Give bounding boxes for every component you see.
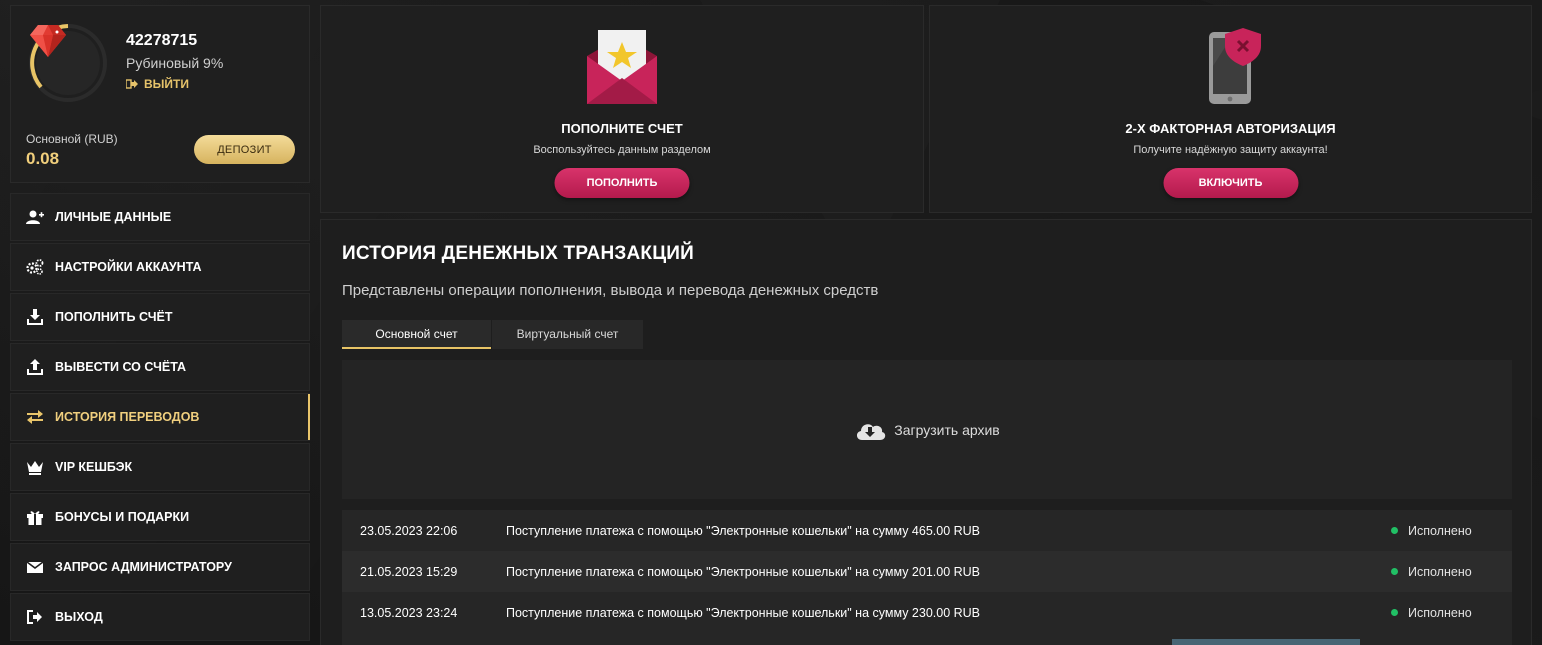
sidebar-item-label: ВЫХОД: [55, 610, 103, 624]
truncated-row-content: [1172, 639, 1360, 645]
table-row: 23.05.2023 22:06 Поступление платежа с п…: [342, 510, 1512, 551]
sidebar-item-label: VIP КЕШБЭК: [55, 460, 133, 474]
status-badge: Исполнено: [1391, 524, 1512, 538]
gears-icon: [26, 259, 44, 275]
exchange-arrows-icon: [26, 409, 44, 425]
transaction-description: Поступление платежа с помощью "Электронн…: [506, 523, 981, 538]
transaction-date: 23.05.2023 22:06: [360, 523, 458, 538]
user-id: 42278715: [126, 32, 198, 49]
deposit-promo-card: ПОПОЛНИТЕ СЧЕТ Воспользуйтесь данным раз…: [320, 5, 924, 213]
status-dot: [1391, 609, 1398, 616]
status-dot: [1391, 568, 1398, 575]
sidebar-item-deposit[interactable]: ПОПОЛНИТЬ СЧЁТ: [10, 293, 310, 341]
transaction-history-panel: ИСТОРИЯ ДЕНЕЖНЫХ ТРАНЗАКЦИЙ Представлены…: [320, 219, 1532, 645]
page-description: Представлены операции пополнения, вывода…: [342, 282, 879, 299]
status-label: Исполнено: [1408, 523, 1472, 538]
archive-label: Загрузить архив: [894, 421, 1000, 438]
avatar: [29, 24, 107, 102]
transaction-date: 13.05.2023 23:24: [360, 605, 458, 620]
balance-label: Основной (RUB): [26, 132, 118, 146]
sidebar-item-label: БОНУСЫ И ПОДАРКИ: [55, 510, 190, 524]
status-badge: Исполнено: [1391, 565, 1512, 579]
sidebar-item-label: НАСТРОЙКИ АККАУНТА: [55, 260, 202, 274]
download-archive-button[interactable]: Загрузить архив: [342, 360, 1512, 499]
table-row: 21.05.2023 15:29 Поступление платежа с п…: [342, 551, 1512, 592]
loyalty-level: Рубиновый 9%: [126, 55, 224, 71]
top-up-button[interactable]: ПОПОЛНИТЬ: [554, 168, 690, 198]
sign-out-icon: [26, 609, 44, 625]
download-tray-icon: [26, 309, 44, 325]
sidebar-menu: ЛИЧНЫЕ ДАННЫЕ НАСТРОЙКИ АККАУНТА ПОПОЛНИ…: [10, 193, 310, 643]
sidebar-item-bonuses[interactable]: БОНУСЫ И ПОДАРКИ: [10, 493, 310, 541]
sidebar-item-withdraw[interactable]: ВЫВЕСТИ СО СЧЁТА: [10, 343, 310, 391]
page-title: ИСТОРИЯ ДЕНЕЖНЫХ ТРАНЗАКЦИЙ: [342, 243, 694, 264]
twofa-promo-card: 2-Х ФАКТОРНАЯ АВТОРИЗАЦИЯ Получите надёж…: [929, 5, 1532, 213]
profile-card: 42278715 Рубиновый 9% ВЫЙТИ Основной (RU…: [10, 5, 310, 183]
sidebar-item-label: ПОПОЛНИТЬ СЧЁТ: [55, 310, 173, 324]
card-subtitle: Получите надёжную защиту аккаунта!: [1133, 144, 1328, 156]
logout-label: ВЫЙТИ: [144, 77, 189, 91]
sidebar-item-exit[interactable]: ВЫХОД: [10, 593, 310, 641]
status-dot: [1391, 527, 1398, 534]
tab-virtual-account[interactable]: Виртуальный счет: [492, 320, 643, 349]
sidebar-item-vip-cashback[interactable]: VIP КЕШБЭК: [10, 443, 310, 491]
account-tabs: Основной счет Виртуальный счет: [342, 320, 643, 349]
status-label: Исполнено: [1408, 605, 1472, 620]
tab-main-account[interactable]: Основной счет: [342, 320, 491, 349]
upload-tray-icon: [26, 359, 44, 375]
transaction-date: 21.05.2023 15:29: [360, 564, 458, 579]
phone-shield-icon: [1208, 28, 1261, 104]
table-row: 13.05.2023 23:24 Поступление платежа с п…: [342, 592, 1512, 633]
enable-2fa-button[interactable]: ВКЛЮЧИТЬ: [1163, 168, 1298, 198]
sign-out-icon: [126, 79, 138, 89]
deposit-button[interactable]: ДЕПОЗИТ: [194, 135, 295, 164]
transactions-table: 23.05.2023 22:06 Поступление платежа с п…: [342, 510, 1512, 645]
cloud-download-icon: [857, 423, 886, 440]
table-row: [342, 633, 1512, 645]
transaction-description: Поступление платежа с помощью "Электронн…: [506, 564, 981, 579]
sidebar-item-label: ИСТОРИЯ ПЕРЕВОДОВ: [55, 410, 200, 424]
sidebar-item-label: ВЫВЕСТИ СО СЧЁТА: [55, 360, 187, 374]
sidebar-item-account-settings[interactable]: НАСТРОЙКИ АККАУНТА: [10, 243, 310, 291]
sidebar-item-transfer-history[interactable]: ИСТОРИЯ ПЕРЕВОДОВ: [10, 393, 310, 441]
sidebar-item-label: ЗАПРОС АДМИНИСТРАТОРУ: [55, 560, 232, 574]
user-plus-icon: [26, 209, 44, 225]
gift-icon: [26, 509, 44, 525]
crown-icon: [26, 459, 44, 475]
transaction-description: Поступление платежа с помощью "Электронн…: [506, 605, 981, 620]
status-label: Исполнено: [1408, 564, 1472, 579]
envelope-star-icon: [587, 30, 657, 104]
card-title: 2-Х ФАКТОРНАЯ АВТОРИЗАЦИЯ: [1125, 121, 1336, 136]
logout-link[interactable]: ВЫЙТИ: [126, 77, 189, 91]
sidebar-item-label: ЛИЧНЫЕ ДАННЫЕ: [55, 210, 172, 224]
sidebar-item-personal-data[interactable]: ЛИЧНЫЕ ДАННЫЕ: [10, 193, 310, 241]
card-title: ПОПОЛНИТЕ СЧЕТ: [561, 121, 683, 136]
balance-value: 0.08: [26, 149, 60, 168]
envelope-icon: [26, 559, 44, 575]
status-badge: Исполнено: [1391, 606, 1512, 620]
sidebar-item-admin-request[interactable]: ЗАПРОС АДМИНИСТРАТОРУ: [10, 543, 310, 591]
card-subtitle: Воспользуйтесь данным разделом: [533, 144, 711, 156]
ruby-icon: [30, 25, 66, 57]
